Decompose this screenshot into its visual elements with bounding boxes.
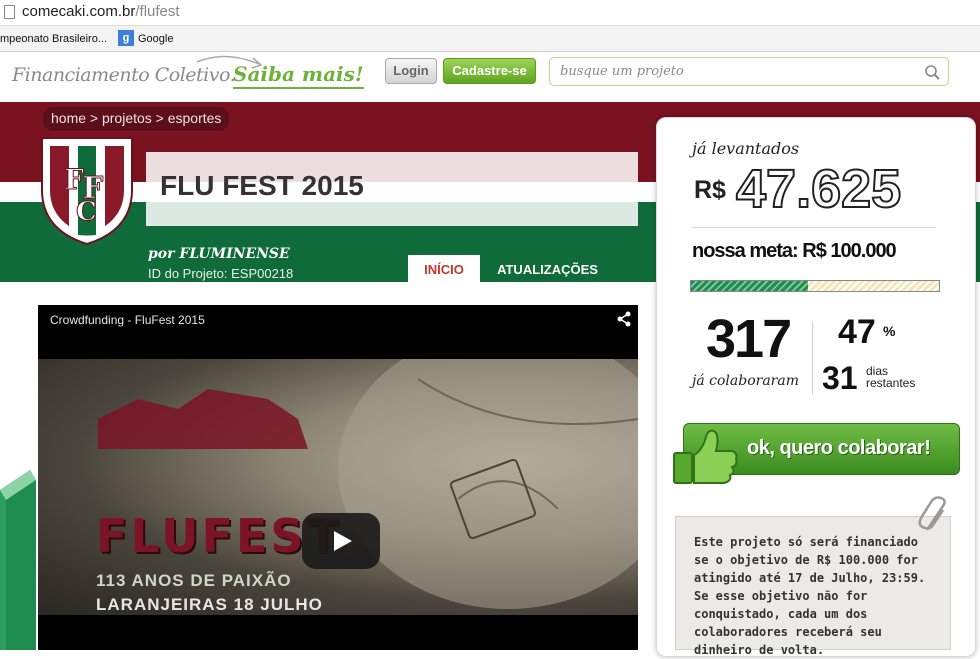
tab-atualizacoes[interactable]: ATUALIZAÇÕES	[490, 255, 605, 283]
breadcrumb[interactable]: home > projetos > esportes	[43, 107, 230, 131]
funding-note-text: Este projeto só será financiado se o obj…	[694, 535, 926, 657]
share-icon[interactable]	[616, 311, 632, 327]
play-icon	[334, 531, 352, 551]
browser-url-bar[interactable]: comecaki.com.br/flufest	[0, 0, 980, 26]
page-icon	[4, 5, 15, 19]
percent-symbol: %	[883, 323, 896, 339]
url-host: comecaki.com.br	[22, 3, 136, 20]
raised-amount: 47.625	[735, 158, 902, 220]
bookmark-google[interactable]: Google	[138, 33, 173, 45]
paperclip-icon	[918, 496, 946, 531]
progress-bar	[690, 280, 940, 292]
signup-button[interactable]: Cadastre-se	[443, 58, 536, 84]
project-author[interactable]: por FLUMINENSE	[148, 246, 290, 262]
url-path: /flufest	[135, 3, 180, 20]
stats-divider	[812, 322, 813, 394]
thumbs-up-icon	[673, 429, 738, 484]
divider	[692, 227, 936, 228]
search-placeholder: busque um projeto	[560, 64, 684, 79]
raised-label: já levantados	[692, 139, 800, 158]
tab-inicio[interactable]: INÍCIO	[408, 255, 480, 283]
svg-text:C: C	[76, 197, 97, 227]
video-overlay-line1: 113 ANOS DE PAIXÃO	[96, 571, 292, 590]
backers-label: já colaboraram	[692, 373, 799, 389]
backers-count: 317	[706, 309, 792, 369]
days-label: dias restantes	[866, 365, 915, 389]
video-thumbnail: FLUFEST 113 ANOS DE PAIXÃO LARANJEIRAS 1…	[38, 359, 638, 615]
site-header: Financiamento Coletivo. Saiba mais! Logi…	[0, 52, 980, 102]
fluminense-crest-icon: F F C	[41, 137, 133, 246]
svg-text:F: F	[64, 163, 84, 196]
contribute-button-label: ok, quero colaborar!	[747, 437, 931, 459]
currency-label: R$	[694, 176, 726, 204]
project-id: ID do Projeto: ESP00218	[148, 266, 294, 281]
search-icon[interactable]	[924, 64, 940, 80]
days-label-2: restantes	[866, 376, 916, 390]
percent-value: 47	[838, 313, 876, 351]
video-player[interactable]: FLUFEST 113 ANOS DE PAIXÃO LARANJEIRAS 1…	[38, 305, 638, 650]
project-title: FLU FEST 2015	[160, 170, 364, 201]
decorative-shape-icon	[0, 470, 36, 650]
saiba-mais-link[interactable]: Saiba mais!	[233, 62, 364, 89]
funding-note: Este projeto só será financiado se o obj…	[675, 516, 951, 657]
goal-text: nossa meta: R$ 100.000	[692, 240, 897, 262]
bookmarks-bar: mpeonato Brasileiro... g Google	[0, 26, 980, 52]
video-title[interactable]: Crowdfunding - FluFest 2015	[50, 313, 205, 327]
google-icon: g	[118, 30, 134, 46]
project-title-box: FLU FEST 2015	[146, 152, 638, 226]
login-button[interactable]: Login	[385, 58, 437, 84]
video-overlay-line2: LARANJEIRAS 18 JULHO	[96, 595, 323, 614]
progress-fill	[691, 281, 808, 291]
play-button[interactable]	[302, 513, 380, 569]
url-text[interactable]: comecaki.com.br/flufest	[22, 3, 180, 20]
bookmark-campeonato[interactable]: mpeonato Brasileiro...	[0, 33, 107, 45]
search-input[interactable]: busque um projeto	[549, 57, 949, 86]
days-left: 31	[822, 360, 858, 396]
